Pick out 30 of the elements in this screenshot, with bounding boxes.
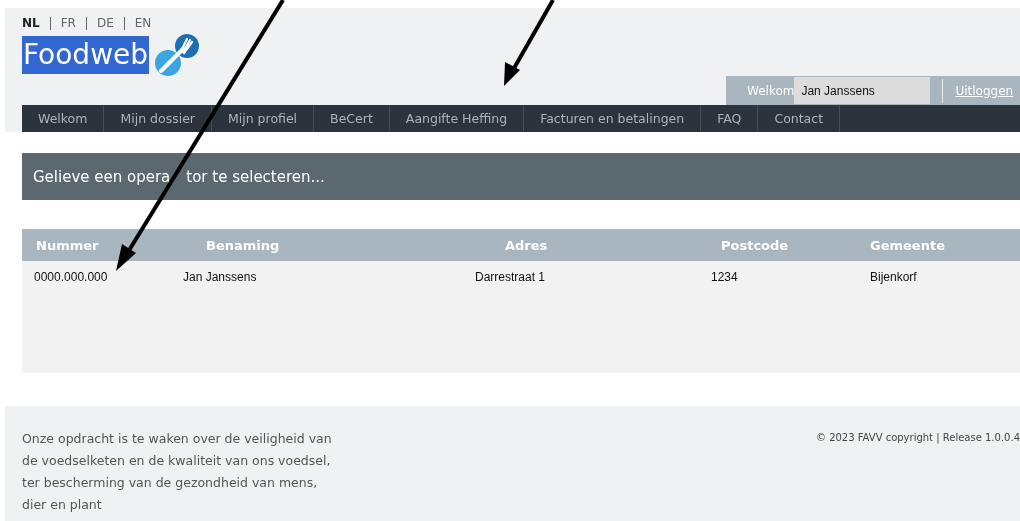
table-cell[interactable]: Darrestraat 1 <box>475 261 711 293</box>
nav-item[interactable]: BeCert <box>314 105 390 132</box>
nav-item[interactable]: FAQ <box>701 105 759 132</box>
nav-item[interactable]: Welkom <box>22 105 105 132</box>
nav-item[interactable]: Mijn profiel <box>211 105 315 132</box>
table-cell[interactable]: Bijenkorf <box>870 261 1020 293</box>
mission-text: Onze opdracht is te waken over de veiligheid van de voedselketen en de kwaliteit van ons voedsel, ter bescherming van de gezondheid van mens, dier en plant <box>22 430 332 514</box>
user-name-field: Jan Janssens <box>794 77 931 105</box>
table-cell[interactable]: Jan Janssens <box>183 261 475 293</box>
logo-text: Foodweb <box>22 36 150 74</box>
language-link[interactable]: NL <box>22 16 40 30</box>
nav-item[interactable]: Facturen en betalingen <box>524 105 702 132</box>
language-link[interactable]: DE <box>96 16 114 30</box>
column-header: Benaming <box>183 229 475 261</box>
copyright-text: © 2023 FAVV copyright | Release 1.0.0.4 <box>815 432 1020 443</box>
column-header: Nummer <box>22 229 183 261</box>
language-link[interactable]: EN <box>134 16 152 30</box>
page-title: Gelieve een opera <box>33 167 171 186</box>
nav-item[interactable]: Contact <box>758 105 841 132</box>
fork-logo-icon <box>153 33 202 77</box>
language-link[interactable]: FR <box>60 16 76 30</box>
column-header: Gemeente <box>870 229 1020 261</box>
nav-item[interactable]: Aangifte Heffing <box>389 105 525 132</box>
page-title: tor te selecteren... <box>186 167 325 186</box>
column-header: Adres <box>475 229 711 261</box>
column-header: Postcode <box>711 229 870 261</box>
table-cell[interactable]: 0000.000.000 <box>22 261 183 293</box>
table-cell[interactable]: 1234 <box>711 261 870 293</box>
greeting-text: Welkom <box>747 83 795 98</box>
nav-item[interactable]: Mijn dossier <box>104 105 212 132</box>
